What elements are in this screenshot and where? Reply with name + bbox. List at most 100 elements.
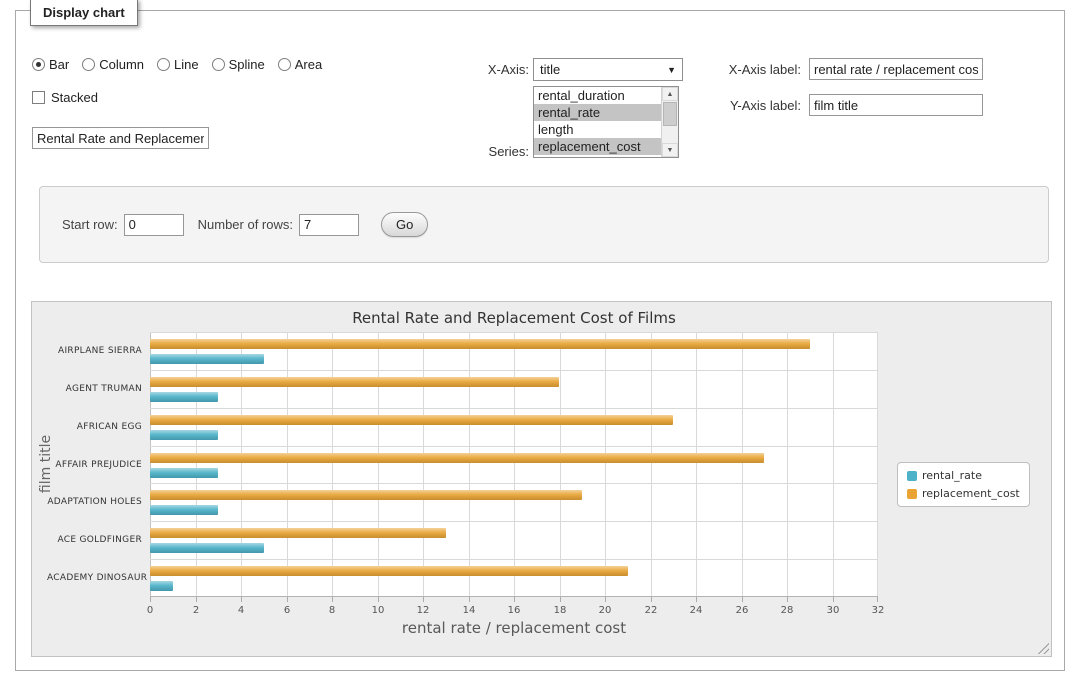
chart-type-radio-line[interactable]: Line bbox=[157, 57, 199, 72]
tick-mark bbox=[150, 597, 151, 602]
bar-replacement_cost bbox=[150, 377, 559, 387]
chart-type-label: Line bbox=[174, 57, 199, 72]
chart-type-label: Column bbox=[99, 57, 144, 72]
x-tick-label: 18 bbox=[540, 605, 580, 616]
bar-rental_rate bbox=[150, 581, 173, 591]
gridline bbox=[696, 332, 697, 597]
chart-title-input[interactable] bbox=[32, 127, 209, 149]
chart-type-radio-bar[interactable]: Bar bbox=[32, 57, 69, 72]
series-option-rental_rate[interactable]: rental_rate bbox=[534, 104, 661, 121]
gridline bbox=[196, 332, 197, 597]
x-axis-select[interactable]: title ▼ bbox=[533, 58, 683, 81]
chart-title: Rental Rate and Replacement Cost of Film… bbox=[150, 309, 878, 327]
gridline bbox=[287, 332, 288, 597]
x-axis-label-field-label: X-Axis label: bbox=[706, 62, 801, 77]
tick-mark bbox=[196, 597, 197, 602]
x-tick-label: 30 bbox=[813, 605, 853, 616]
tick-mark bbox=[332, 597, 333, 602]
tick-mark bbox=[833, 597, 834, 602]
series-listbox[interactable]: rental_durationrental_ratelengthreplacem… bbox=[533, 86, 679, 158]
x-axis-title: rental rate / replacement cost bbox=[150, 619, 878, 637]
legend-item-replacement_cost[interactable]: replacement_cost bbox=[907, 487, 1020, 500]
chart: Rental Rate and Replacement Cost of Film… bbox=[31, 301, 1052, 657]
listbox-scrollbar[interactable]: ▲ ▼ bbox=[661, 87, 678, 157]
chart-type-radio-area[interactable]: Area bbox=[278, 57, 322, 72]
x-tick-label: 32 bbox=[858, 605, 898, 616]
gridline bbox=[150, 332, 151, 597]
x-tick-label: 26 bbox=[722, 605, 762, 616]
x-axis-label-input[interactable] bbox=[809, 58, 983, 80]
tick-mark bbox=[696, 597, 697, 602]
x-tick-label: 24 bbox=[676, 605, 716, 616]
radio-icon bbox=[82, 58, 95, 71]
bar-replacement_cost bbox=[150, 566, 628, 576]
gridline bbox=[423, 332, 424, 597]
tick-mark bbox=[514, 597, 515, 602]
gridline bbox=[150, 332, 878, 333]
radio-icon bbox=[32, 58, 45, 71]
gridline bbox=[560, 332, 561, 597]
chart-type-radio-spline[interactable]: Spline bbox=[212, 57, 265, 72]
chart-type-label: Bar bbox=[49, 57, 69, 72]
display-chart-panel: Display chart BarColumnLineSplineArea St… bbox=[15, 10, 1065, 671]
x-tick-label: 14 bbox=[449, 605, 489, 616]
go-button[interactable]: Go bbox=[381, 212, 428, 237]
number-of-rows-label: Number of rows: bbox=[198, 217, 293, 232]
gridline bbox=[150, 521, 878, 522]
gridline bbox=[150, 559, 878, 560]
tick-mark bbox=[560, 597, 561, 602]
y-axis-label-field-label: Y-Axis label: bbox=[706, 98, 801, 113]
legend-label: rental_rate bbox=[922, 469, 982, 482]
gridline bbox=[150, 408, 878, 409]
bar-replacement_cost bbox=[150, 415, 673, 425]
radio-icon bbox=[212, 58, 225, 71]
tick-mark bbox=[605, 597, 606, 602]
x-tick-label: 20 bbox=[585, 605, 625, 616]
gridline bbox=[378, 332, 379, 597]
gridline bbox=[241, 332, 242, 597]
legend-swatch bbox=[907, 471, 917, 481]
row-range-panel: Start row: Number of rows: Go bbox=[39, 186, 1049, 263]
gridline bbox=[469, 332, 470, 597]
checkbox-icon[interactable] bbox=[32, 91, 45, 104]
bar-rental_rate bbox=[150, 392, 218, 402]
resize-handle-icon[interactable] bbox=[1036, 641, 1049, 654]
x-axis-field-label: X-Axis: bbox=[449, 62, 529, 77]
start-row-input[interactable] bbox=[124, 214, 184, 236]
scroll-down-icon[interactable]: ▼ bbox=[662, 143, 678, 157]
x-axis-select-value: title bbox=[540, 62, 560, 77]
category-label: ADAPTATION HOLES bbox=[47, 497, 142, 507]
stacked-label: Stacked bbox=[51, 90, 98, 105]
category-label: AIRPLANE SIERRA bbox=[47, 346, 142, 356]
gridline bbox=[514, 332, 515, 597]
tick-mark bbox=[287, 597, 288, 602]
chevron-down-icon: ▼ bbox=[667, 65, 676, 75]
gridline bbox=[150, 446, 878, 447]
category-label: ACE GOLDFINGER bbox=[47, 535, 142, 545]
bar-replacement_cost bbox=[150, 528, 446, 538]
number-of-rows-input[interactable] bbox=[299, 214, 359, 236]
tick-mark bbox=[378, 597, 379, 602]
chart-type-radio-column[interactable]: Column bbox=[82, 57, 144, 72]
chart-legend: rental_rate replacement_cost bbox=[897, 462, 1030, 507]
y-axis-label-input[interactable] bbox=[809, 94, 983, 116]
series-option-length[interactable]: length bbox=[534, 121, 661, 138]
x-tick-label: 22 bbox=[631, 605, 671, 616]
tick-mark bbox=[469, 597, 470, 602]
tick-mark bbox=[651, 597, 652, 602]
chart-type-label: Spline bbox=[229, 57, 265, 72]
radio-icon bbox=[157, 58, 170, 71]
gridline bbox=[787, 332, 788, 597]
x-tick-label: 2 bbox=[176, 605, 216, 616]
gridline bbox=[332, 332, 333, 597]
series-option-rental_duration[interactable]: rental_duration bbox=[534, 87, 661, 104]
legend-item-rental_rate[interactable]: rental_rate bbox=[907, 469, 1020, 482]
scroll-up-icon[interactable]: ▲ bbox=[662, 87, 678, 101]
series-option-replacement_cost[interactable]: replacement_cost bbox=[534, 138, 661, 155]
legend-label: replacement_cost bbox=[922, 487, 1020, 500]
category-label: AFRICAN EGG bbox=[47, 422, 142, 432]
scrollbar-thumb[interactable] bbox=[663, 102, 677, 126]
tick-mark bbox=[241, 597, 242, 602]
category-label: AFFAIR PREJUDICE bbox=[47, 460, 142, 470]
stacked-checkbox-row[interactable]: Stacked bbox=[32, 90, 98, 105]
